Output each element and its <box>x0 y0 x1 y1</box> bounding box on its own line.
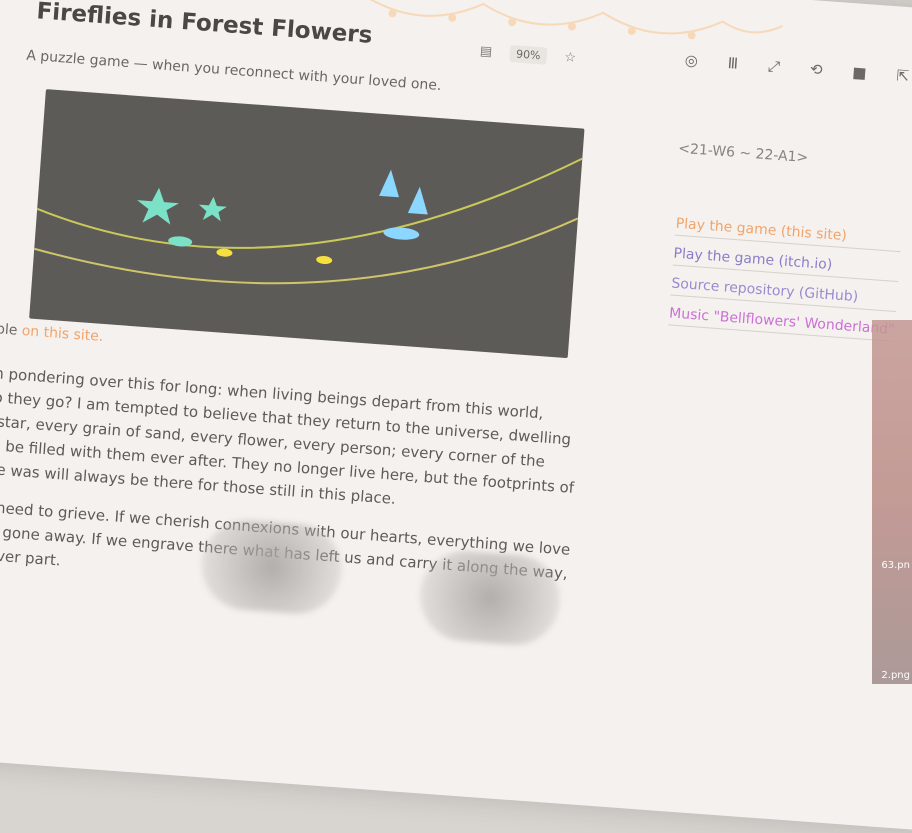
link-list: Play the game (this site) Play the game … <box>668 215 902 342</box>
playable-link[interactable]: on this site. <box>21 323 104 345</box>
bellflower-1 <box>379 169 399 198</box>
date-range: <21-W6 ~ 22-A1> <box>677 140 809 167</box>
zoom-level[interactable]: 90% <box>509 44 548 65</box>
pocket-icon[interactable]: ◎ <box>684 51 698 70</box>
music-link[interactable]: Music "Bellflowers' Wonderland" <box>668 305 896 342</box>
game-scene <box>33 157 583 285</box>
play-this-site-link[interactable]: Play the game (this site) <box>674 215 902 253</box>
star-shape-1 <box>137 187 179 225</box>
resize-icon[interactable]: ⤢ <box>767 57 780 76</box>
github-repo-link[interactable]: Source repository (GitHub) <box>670 275 898 312</box>
blur-overlay-2 <box>416 548 563 649</box>
play-itch-link[interactable]: Play the game (itch.io) <box>672 245 900 283</box>
file-label-2: 2.png <box>881 670 910 681</box>
bellflower-2 <box>407 186 428 215</box>
blur-overlay-1 <box>198 516 345 617</box>
star-shape-2 <box>198 196 227 222</box>
extensions-icon[interactable]: ⇱ <box>896 66 910 85</box>
screenshot-icon[interactable]: ■ <box>852 63 867 82</box>
page-title: Fireflies in Forest Flowers <box>35 0 374 49</box>
file-label-1: 63.pn <box>881 560 910 571</box>
page-subtitle: A puzzle game — when you reconnect with … <box>25 47 442 95</box>
firefly-2 <box>316 255 333 265</box>
paragraph-1: I've been pondering over this for long: … <box>0 360 575 508</box>
history-icon[interactable]: ⟲ <box>809 60 823 79</box>
playable-prefix: Playable <box>0 318 18 339</box>
page: ▤ 90% ☆ ◎ Ⅲ ⤢ ⟲ ■ ⇱ Fireflies in Forest … <box>0 0 912 833</box>
library-icon[interactable]: Ⅲ <box>727 54 739 73</box>
reader-mode-icon[interactable]: ▤ <box>479 43 492 59</box>
bookmark-star-icon[interactable]: ☆ <box>564 50 577 66</box>
game-preview[interactable] <box>29 89 585 359</box>
firefly-glow-2 <box>383 227 420 240</box>
firefly-1 <box>216 248 233 257</box>
desktop-edge: 63.pn 2.png <box>872 320 912 684</box>
